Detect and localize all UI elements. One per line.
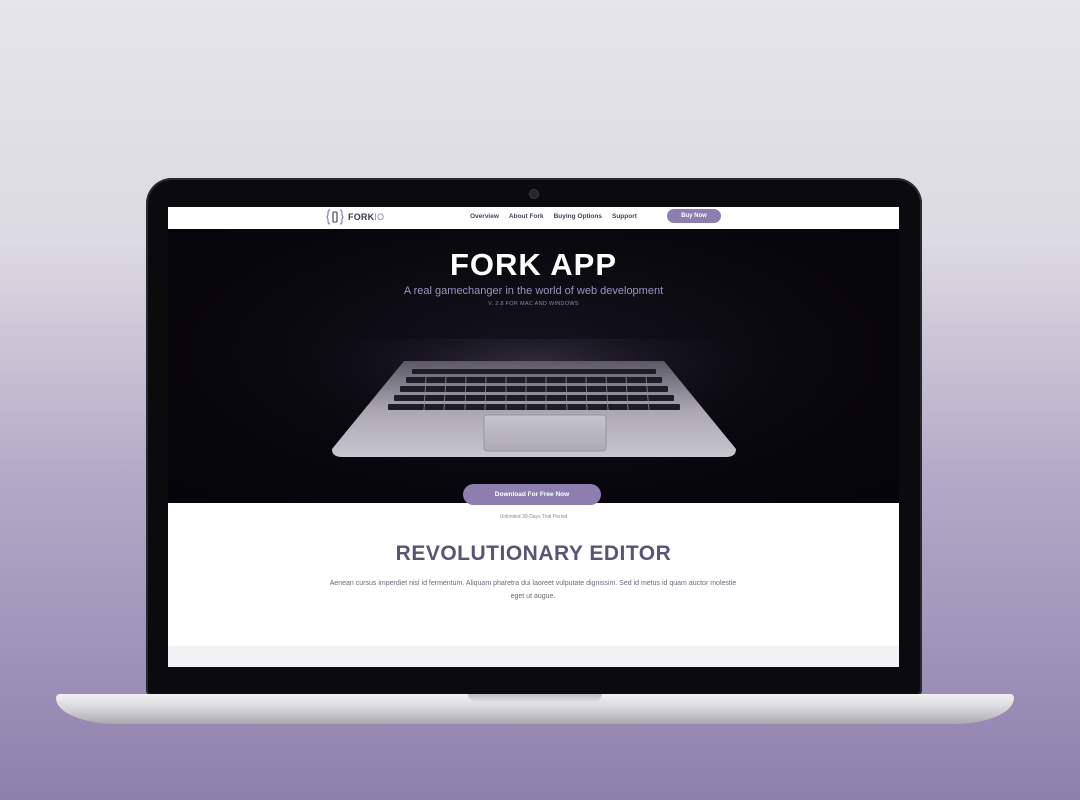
laptop-mockup-base — [56, 694, 1014, 724]
camera-icon — [530, 190, 538, 198]
curly-brace-fork-icon — [326, 209, 344, 225]
website-screen: FORKIO Overview About Fork Buying Option… — [168, 207, 899, 667]
nav-link-overview[interactable]: Overview — [470, 213, 499, 220]
laptop-base-notch — [468, 694, 602, 702]
section-text: Aenean cursus imperdiet nisl id fermentu… — [329, 580, 737, 600]
hero-subtitle: A real gamechanger in the world of web d… — [403, 285, 664, 297]
hero-section: FORK APP A real gamechanger in the world… — [168, 229, 899, 503]
logo-text: FORKIO — [348, 212, 385, 222]
section-title: REVOLUTIONARY EDITOR — [395, 542, 672, 565]
buy-now-button[interactable]: Buy Now — [667, 209, 721, 223]
logo[interactable]: FORKIO — [326, 209, 384, 225]
hero-title: FORK APP — [449, 247, 618, 282]
nav-link-buying-options[interactable]: Buying Options — [554, 213, 602, 220]
top-navigation: FORKIO Overview About Fork Buying Option… — [168, 207, 899, 229]
trial-note: Unlimited 30-Days Trial Period — [499, 514, 568, 520]
download-free-button[interactable]: Download For Free Now — [463, 484, 601, 505]
nav-links: Overview About Fork Buying Options Suppo… — [470, 213, 637, 220]
laptop-keyboard-photo — [316, 339, 752, 469]
nav-link-about-fork[interactable]: About Fork — [509, 213, 544, 220]
next-section-strip — [168, 646, 899, 667]
hero-version: V. 2.8 FOR MAC AND WINDOWS — [488, 301, 579, 307]
nav-link-support[interactable]: Support — [612, 213, 637, 220]
